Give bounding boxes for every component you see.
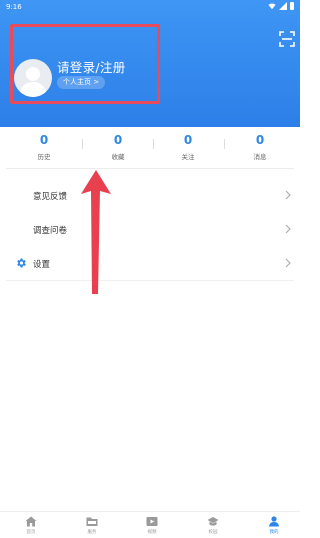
video-icon: [146, 517, 158, 526]
stats-divider: [82, 139, 83, 149]
graduation-cap-icon: [207, 517, 219, 526]
stat-favorites[interactable]: 0 收藏: [88, 133, 148, 161]
tab-label: 首页: [26, 530, 36, 535]
stats-row: 0 历史 0 收藏 0 关注 0 消息: [0, 127, 300, 167]
tab-label: 服务: [87, 530, 97, 535]
stat-messages[interactable]: 0 消息: [230, 133, 290, 161]
annotation-arrow-icon: [81, 170, 111, 294]
tab-home[interactable]: 首页: [11, 516, 51, 535]
profile-header: 9:16 请登录/注册 个人主页 >: [0, 0, 300, 127]
battery-icon: [290, 2, 294, 10]
tab-label: 视频: [147, 530, 157, 535]
status-bar: 9:16: [0, 0, 300, 14]
stat-following-value: 0: [183, 133, 193, 147]
avatar[interactable]: [14, 59, 52, 97]
tab-label: 校园: [208, 530, 218, 535]
chevron-right-icon: [285, 224, 291, 234]
stats-divider: [153, 139, 154, 149]
signal-icon: [279, 2, 287, 10]
tab-video[interactable]: 视频: [132, 516, 172, 535]
stat-messages-label: 消息: [253, 153, 267, 161]
menu-item-survey[interactable]: 调查问卷: [0, 212, 300, 246]
personal-homepage-button[interactable]: 个人主页 >: [57, 76, 106, 89]
stat-messages-value: 0: [255, 133, 265, 147]
login-register-text[interactable]: 请登录/注册: [57, 57, 126, 76]
stats-bottom-divider: [6, 168, 294, 169]
chevron-right-icon: [285, 190, 291, 200]
stat-history[interactable]: 0 历史: [14, 133, 74, 161]
menu-item-settings[interactable]: 设置: [0, 246, 300, 280]
stats-divider: [224, 139, 225, 149]
menu-item-label: 调查问卷: [33, 226, 68, 236]
menu-item-label: 意见反馈: [33, 192, 68, 202]
scan-icon[interactable]: [278, 30, 296, 48]
stat-favorites-label: 收藏: [111, 153, 125, 161]
tab-campus[interactable]: 校园: [193, 516, 233, 535]
stat-following[interactable]: 0 关注: [158, 133, 218, 161]
tab-mine[interactable]: 我的: [254, 516, 294, 535]
stat-following-label: 关注: [181, 153, 195, 161]
default-avatar-icon: [19, 67, 47, 97]
gear-icon: [17, 258, 26, 268]
bottom-tab-bar: 首页 服务 视频 校园 我的: [0, 511, 300, 538]
chevron-right-icon: [285, 258, 291, 268]
folder-icon: [86, 517, 98, 526]
profile-page: 9:16 请登录/注册 个人主页 > 0 历史 0 收藏 0 关注 0 消息 意…: [0, 0, 300, 538]
wifi-icon: [268, 3, 276, 10]
status-icons: [268, 2, 294, 10]
tab-services[interactable]: 服务: [72, 516, 112, 535]
tab-label: 我的: [269, 530, 279, 535]
status-time: 9:16: [6, 3, 22, 11]
menu-item-feedback[interactable]: 意见反馈: [0, 178, 300, 212]
person-icon: [269, 516, 279, 527]
stat-favorites-value: 0: [113, 133, 123, 147]
menu-item-label: 设置: [33, 260, 51, 270]
stat-history-label: 历史: [37, 153, 51, 161]
stat-history-value: 0: [39, 133, 49, 147]
home-icon: [25, 516, 37, 527]
menu-divider: [6, 280, 294, 281]
